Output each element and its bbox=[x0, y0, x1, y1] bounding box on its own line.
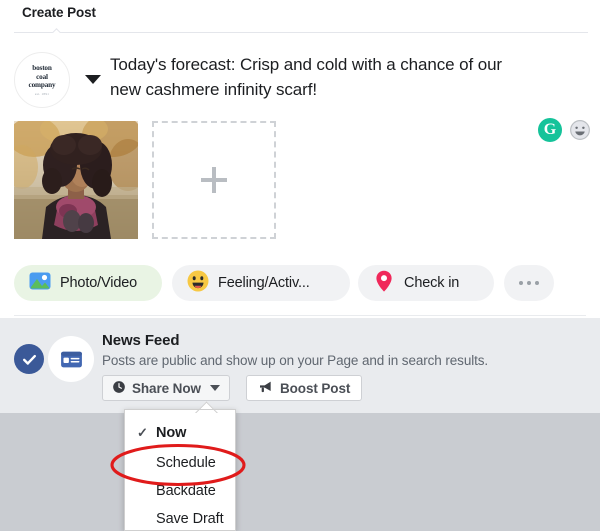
more-options-icon bbox=[518, 280, 540, 286]
audience-title: News Feed bbox=[102, 332, 180, 349]
avatar-brand-line2: coal bbox=[36, 72, 48, 81]
share-now-dropdown-label: Share Now bbox=[132, 380, 201, 396]
annotation-highlight-schedule bbox=[108, 440, 256, 490]
check-icon: ✓ bbox=[137, 424, 148, 440]
avatar[interactable]: boston coal company est. 1891 bbox=[14, 52, 70, 108]
feeling-activity-icon bbox=[186, 269, 210, 297]
menu-item-now-label: Now bbox=[156, 424, 187, 441]
audience-selected-icon[interactable] bbox=[14, 344, 44, 374]
dialog-header: Create Post bbox=[0, 0, 600, 33]
check-in-button[interactable]: Check in bbox=[358, 265, 494, 301]
location-pin-icon bbox=[372, 269, 396, 297]
feeling-activity-button[interactable]: Feeling/Activ... bbox=[172, 265, 350, 301]
boost-post-label: Boost Post bbox=[280, 380, 351, 396]
publish-section: News Feed Posts are public and show up o… bbox=[0, 318, 600, 531]
emoji-picker-icon[interactable] bbox=[568, 118, 592, 142]
tab-create-post[interactable]: Create Post bbox=[22, 5, 96, 20]
menu-item-save-draft-label: Save Draft bbox=[156, 510, 224, 527]
avatar-brand-line3: company bbox=[28, 81, 56, 90]
photo-video-button[interactable]: Photo/Video bbox=[14, 265, 162, 301]
menu-item-save-draft[interactable]: Save Draft bbox=[125, 505, 237, 531]
share-now-dropdown-button[interactable]: Share Now bbox=[102, 375, 230, 401]
audience-description: Posts are public and show up on your Pag… bbox=[102, 353, 489, 368]
plus-icon bbox=[201, 167, 227, 193]
add-photo-placeholder[interactable] bbox=[152, 121, 276, 239]
check-in-label: Check in bbox=[404, 275, 460, 291]
create-post-dialog: Create Post boston coal company est. 189… bbox=[0, 0, 600, 531]
dropdown-arrow bbox=[194, 401, 218, 413]
audience-panel: News Feed Posts are public and show up o… bbox=[0, 318, 600, 413]
photo-thumbnail[interactable] bbox=[14, 121, 138, 239]
grammarly-icon[interactable]: G bbox=[538, 118, 562, 142]
clock-icon bbox=[112, 380, 126, 397]
megaphone-icon bbox=[258, 379, 274, 398]
avatar-brand-line1: boston bbox=[32, 64, 52, 73]
dropdown-top-edge bbox=[124, 409, 236, 410]
news-feed-icon bbox=[48, 336, 94, 382]
composer-body: boston coal company est. 1891 Today's fo… bbox=[0, 33, 600, 318]
boost-post-button[interactable]: Boost Post bbox=[246, 375, 363, 401]
more-options-button[interactable] bbox=[504, 265, 554, 301]
chevron-down-icon bbox=[209, 385, 220, 391]
post-text-input[interactable]: Today's forecast: Crisp and cold with a … bbox=[110, 52, 535, 102]
feeling-activity-label: Feeling/Activ... bbox=[218, 275, 310, 291]
chevron-down-icon[interactable] bbox=[85, 75, 101, 84]
photo-video-label: Photo/Video bbox=[60, 275, 138, 291]
composer-divider bbox=[14, 315, 586, 316]
avatar-brand-sub: est. 1891 bbox=[34, 91, 50, 96]
photo-video-icon bbox=[28, 269, 52, 297]
